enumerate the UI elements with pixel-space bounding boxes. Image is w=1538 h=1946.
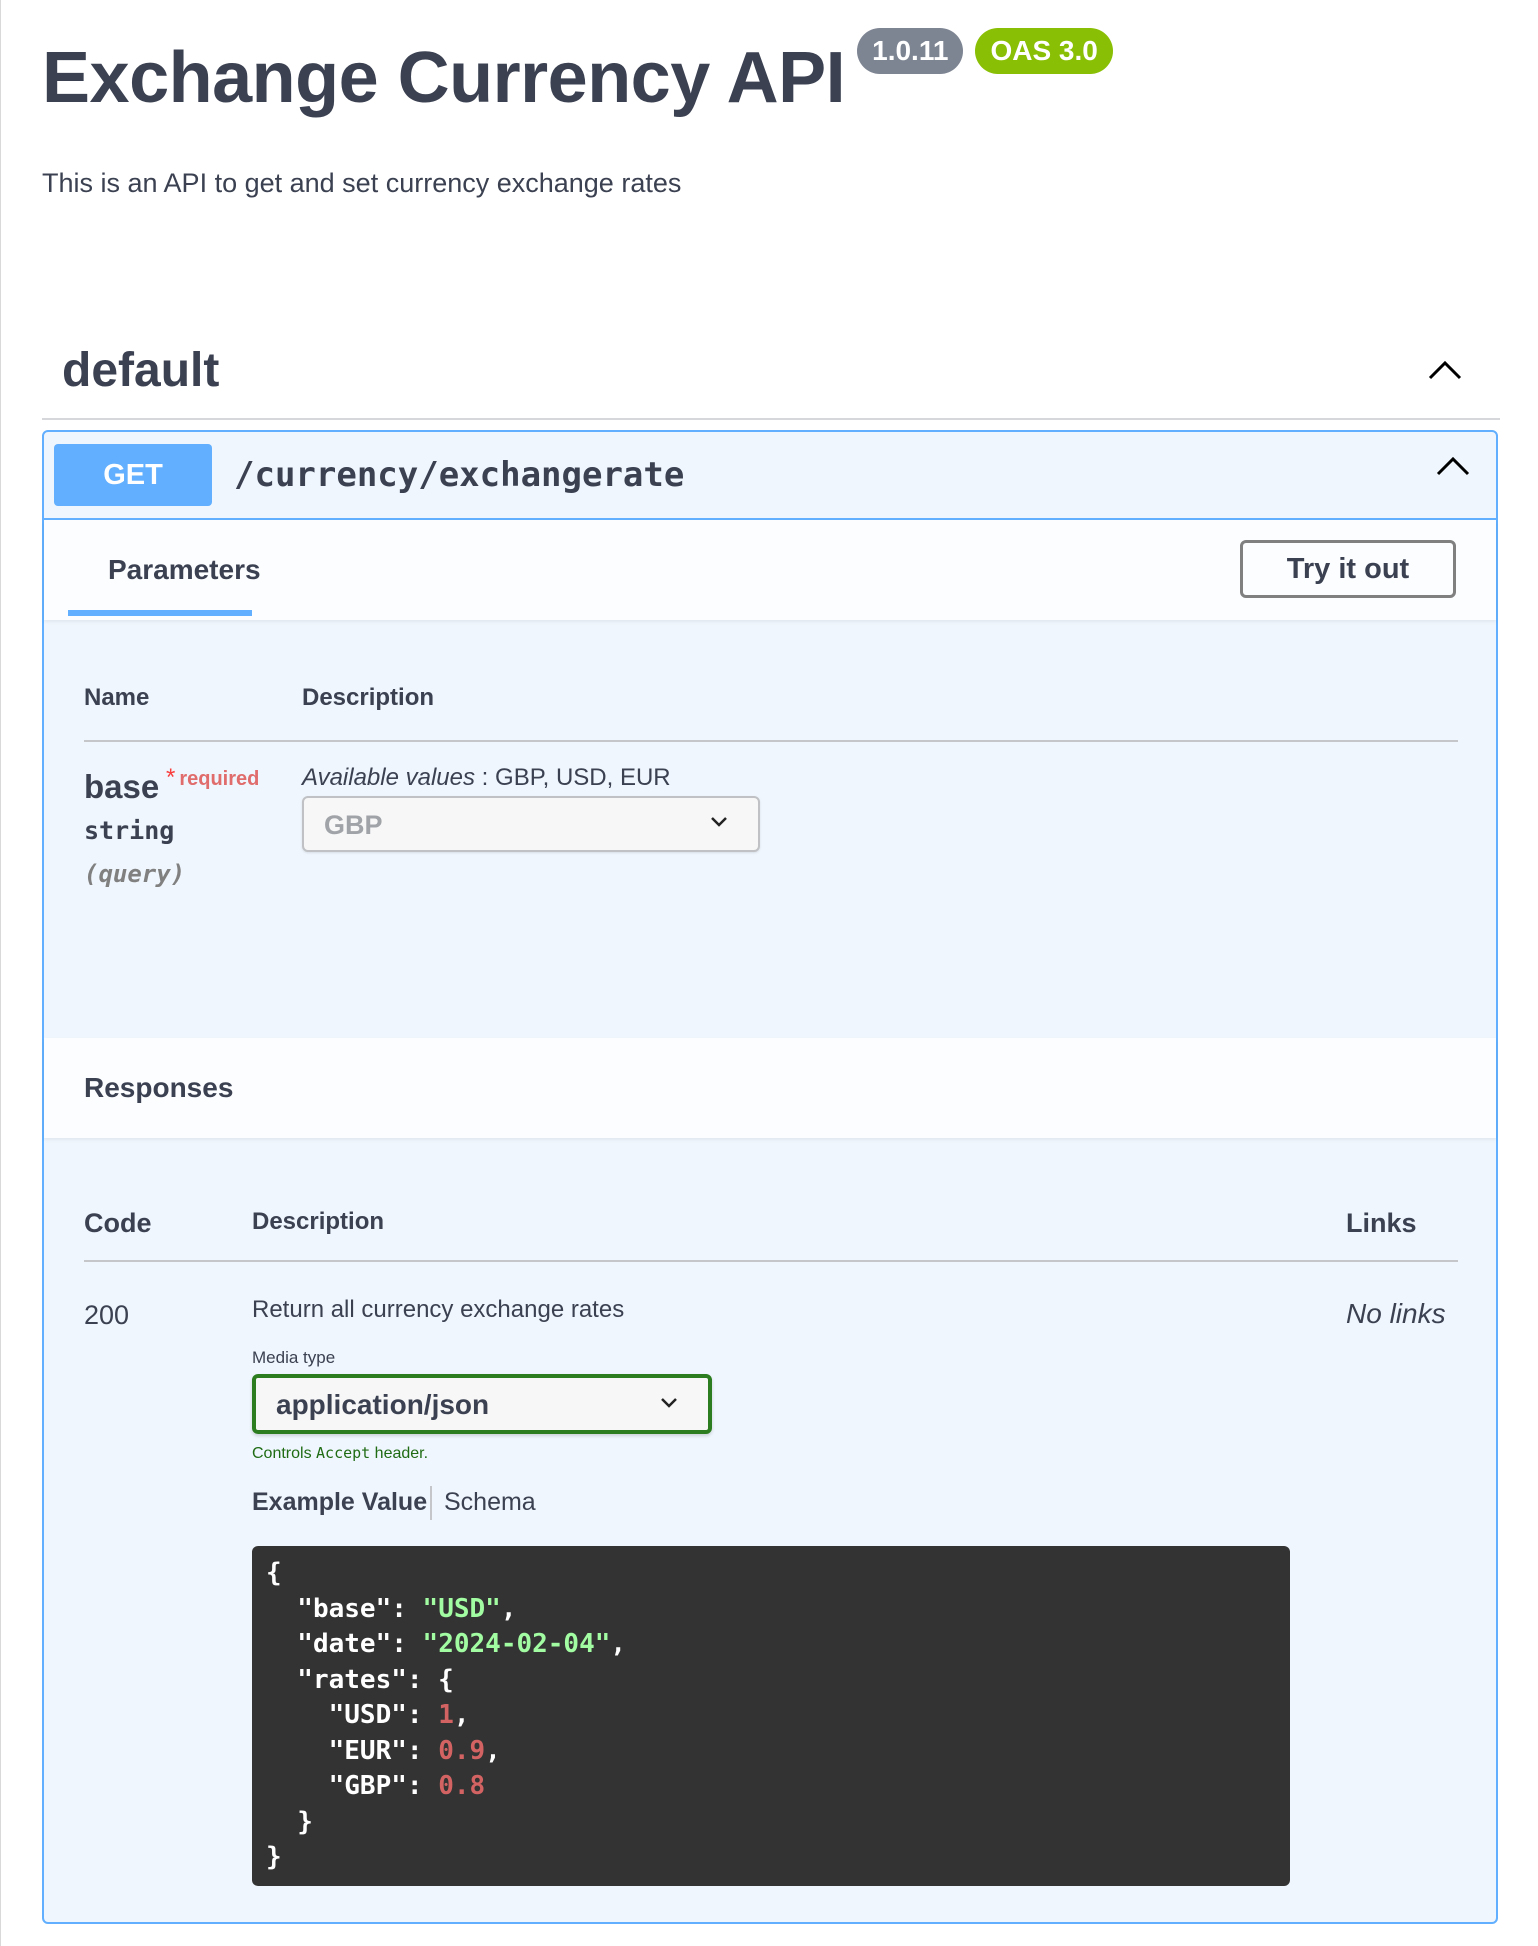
example-value-code: { "base": "USD", "date": "2024-02-04", "… (252, 1546, 1290, 1886)
controls-accept-note: Controls Accept header. (252, 1444, 428, 1463)
api-title: Exchange Currency API (42, 38, 846, 118)
section-header-default[interactable]: default (42, 322, 1500, 420)
response-code: 200 (84, 1300, 130, 1330)
responses-header: Responses (44, 1038, 1496, 1138)
tab-example-value[interactable]: Example Value (252, 1488, 427, 1517)
oas-badge: OAS 3.0 (975, 28, 1113, 74)
column-header-name: Name (84, 684, 150, 711)
chevron-up-icon[interactable] (1436, 456, 1470, 476)
operation-path: /currency/exchangerate (234, 455, 685, 495)
parameters-table: Name Description base * required string (… (44, 620, 1496, 1038)
responses-title: Responses (84, 1072, 234, 1103)
operation-summary[interactable]: GET /currency/exchangerate (44, 432, 1496, 520)
required-marker: * required (166, 764, 259, 792)
param-name: base (84, 768, 160, 805)
tab-parameters-label: Parameters (108, 554, 261, 585)
api-description: This is an API to get and set currency e… (42, 168, 682, 198)
media-type-value: application/json (276, 1389, 490, 1420)
column-header-code: Code (84, 1208, 152, 1238)
responses-table: Code Description Links 200 Return all cu… (44, 1138, 1496, 1928)
column-header-description: Description (252, 1208, 385, 1235)
chevron-down-icon (661, 1398, 677, 1408)
chevron-down-icon (711, 817, 727, 827)
available-values-label: Available values (302, 764, 476, 791)
method-badge: GET (54, 444, 212, 506)
tab-parameters[interactable]: Parameters (68, 520, 261, 616)
required-label: required (179, 768, 260, 790)
section-title: default (62, 343, 220, 397)
available-values-list: : GBP, USD, EUR (475, 764, 671, 791)
column-header-links: Links (1346, 1208, 1417, 1238)
base-select-value: GBP (324, 810, 383, 840)
required-star: * (166, 764, 176, 791)
try-it-out-button[interactable]: Try it out (1240, 540, 1456, 598)
table-divider (84, 1260, 1458, 1262)
operation-block: GET /currency/exchangerate Parameters Tr… (42, 430, 1498, 1924)
media-type-label: Media type (252, 1348, 336, 1367)
title-row: Exchange Currency API 1.0.11 OAS 3.0 (42, 28, 1482, 114)
tab-schema[interactable]: Schema (444, 1488, 536, 1517)
api-info: Exchange Currency API 1.0.11 OAS 3.0 Thi… (42, 28, 1482, 199)
page-left-border (0, 0, 1, 1946)
response-links: No links (1346, 1298, 1446, 1329)
version-badge: 1.0.11 (857, 28, 964, 74)
table-divider (84, 740, 1458, 742)
controls-note-suffix: header. (370, 1445, 429, 1462)
available-values: Available values : GBP, USD, EUR (302, 764, 671, 792)
param-type: string (84, 816, 175, 845)
response-description: Return all currency exchange rates (252, 1296, 625, 1323)
media-type-select[interactable]: application/json (252, 1374, 712, 1434)
controls-note-header: Accept (316, 1444, 371, 1462)
column-header-description: Description (302, 684, 435, 711)
base-select[interactable]: GBP (302, 796, 760, 852)
chevron-up-icon[interactable] (1428, 360, 1462, 380)
param-location: (query) (84, 860, 186, 888)
parameters-header: Parameters Try it out (44, 520, 1496, 620)
controls-note-prefix: Controls (252, 1445, 317, 1462)
tab-divider (430, 1486, 432, 1520)
